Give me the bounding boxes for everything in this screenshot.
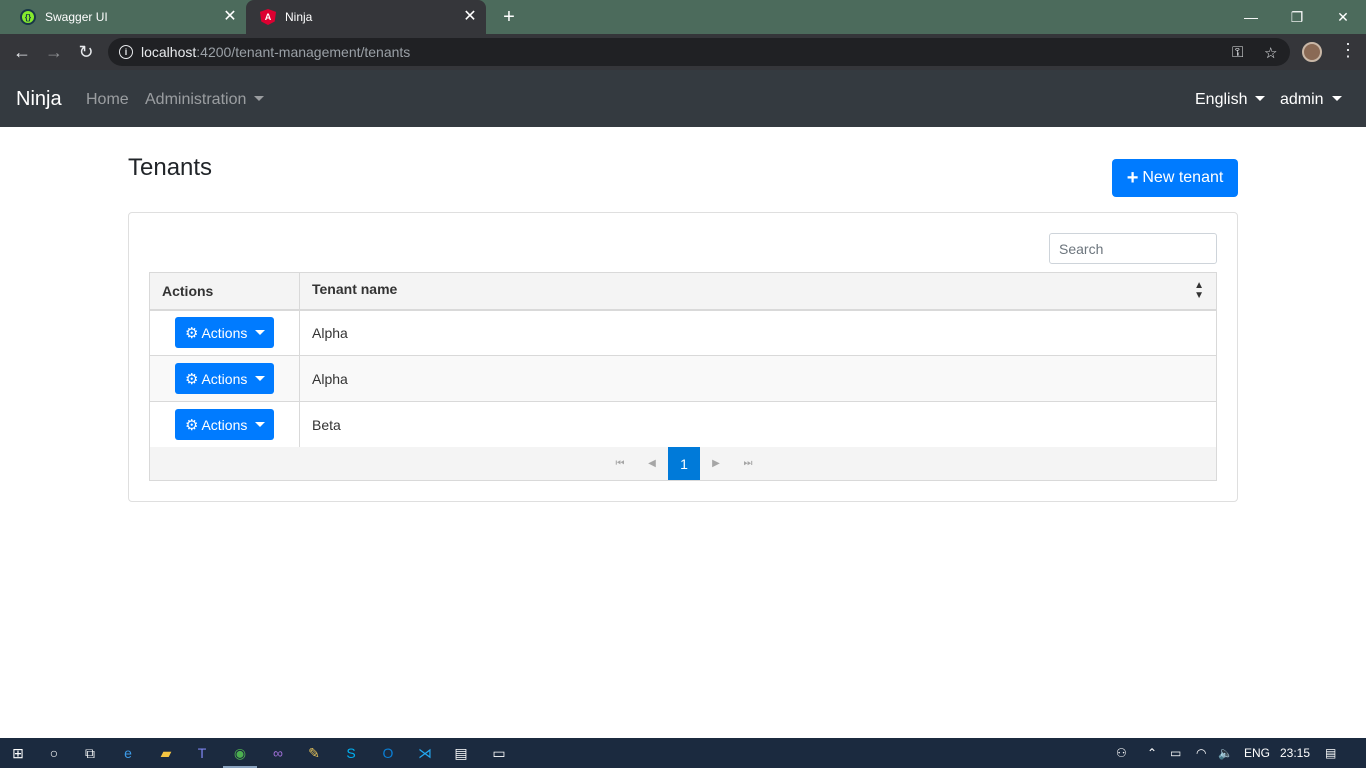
close-tab-icon[interactable]: ✕	[462, 9, 478, 25]
language-dropdown[interactable]: English	[1195, 91, 1266, 109]
sort-icon[interactable]: ▲ ▼	[1194, 280, 1204, 301]
brand-logo[interactable]: Ninja	[16, 88, 62, 111]
tab-title: Swagger UI	[45, 10, 108, 24]
notification-icon[interactable]: ▤	[1325, 746, 1336, 760]
chevron-up-icon[interactable]: ⌃	[1147, 746, 1157, 760]
angular-icon: A	[260, 9, 276, 25]
chrome-icon[interactable]: ◉	[230, 743, 250, 763]
url-text: localhost:4200/tenant-management/tenants	[141, 44, 411, 60]
edge-icon[interactable]: e	[118, 743, 138, 763]
tenant-name-cell: Alpha	[299, 309, 1217, 356]
wifi-icon[interactable]: ◠	[1196, 746, 1206, 760]
app-icon[interactable]: ✎	[304, 743, 324, 763]
tab-ninja[interactable]: A Ninja ✕	[246, 0, 486, 34]
browser-toolbar: ← → ↻ i localhost:4200/tenant-management…	[0, 34, 1366, 70]
chevron-down-icon	[1331, 96, 1342, 101]
close-window-button[interactable]: ✕	[1320, 0, 1366, 34]
plus-icon: +	[1126, 167, 1139, 189]
clock[interactable]: 23:15	[1280, 746, 1310, 760]
header-actions: Actions	[149, 272, 300, 311]
profile-avatar[interactable]	[1302, 42, 1322, 62]
swagger-icon: {}	[20, 9, 36, 25]
address-bar[interactable]: i localhost:4200/tenant-management/tenan…	[108, 38, 1290, 66]
tenant-name-cell: Alpha	[299, 355, 1217, 402]
star-icon[interactable]: ☆	[1264, 44, 1277, 62]
app-navbar: Ninja Home Administration English admin	[0, 70, 1366, 127]
close-tab-icon[interactable]: ✕	[222, 9, 238, 25]
outlook-icon[interactable]: O	[378, 743, 398, 763]
people-icon[interactable]: ⚇	[1116, 746, 1127, 760]
visual-studio-icon[interactable]: ∞	[268, 743, 288, 763]
new-tenant-button[interactable]: + New tenant	[1112, 159, 1238, 197]
menu-icon[interactable]: ⋮	[1338, 40, 1358, 61]
language-indicator[interactable]: ENG	[1244, 746, 1270, 760]
vscode-icon[interactable]: ⋊	[415, 743, 435, 763]
tab-title: Ninja	[285, 10, 313, 24]
nav-home[interactable]: Home	[86, 91, 129, 109]
teams-icon[interactable]: T	[192, 743, 212, 763]
page-title: Tenants	[128, 154, 213, 181]
task-view-icon[interactable]: ⧉	[80, 743, 100, 763]
volume-icon[interactable]: 🔈	[1218, 746, 1233, 760]
chevron-down-icon	[255, 422, 266, 427]
nav-administration[interactable]: Administration	[145, 91, 265, 109]
terminal-icon[interactable]: ▭	[489, 743, 509, 763]
reload-icon[interactable]: ↻	[74, 40, 98, 64]
new-tab-button[interactable]: +	[498, 6, 520, 28]
chevron-down-icon	[254, 96, 265, 101]
info-icon[interactable]: i	[119, 45, 133, 59]
gear-icon: ⚙	[185, 370, 199, 388]
paginator: ⏮ ◀ 1 ▶ ⏭	[149, 447, 1217, 481]
windows-taskbar: ⊞ ○ ⧉ e ▰ T ◉ ∞ ✎ S O ⋊ ▤ ▭ ⚇ ⌃ ▭ ◠ 🔈 EN…	[0, 738, 1366, 768]
windows-start-icon[interactable]: ⊞	[8, 743, 28, 763]
search-input[interactable]	[1049, 233, 1217, 264]
prev-page-icon[interactable]: ◀	[636, 447, 668, 480]
table-row: ⚙ Actions Beta	[149, 401, 1217, 448]
chevron-down-icon	[255, 376, 266, 381]
next-page-icon[interactable]: ▶	[700, 447, 732, 480]
tenants-card: Actions Tenant name▲▼ ⚙Actions Alpha ⚙Ac…	[128, 212, 1238, 502]
actions-dropdown-button[interactable]: ⚙ Actions	[175, 363, 274, 394]
key-icon[interactable]: ⚿	[1232, 44, 1243, 61]
browser-tab-strip: {} Swagger UI ✕ A Ninja ✕ + — ❐ ✕	[0, 0, 1366, 34]
skype-icon[interactable]: S	[341, 743, 361, 763]
gear-icon: ⚙	[185, 324, 199, 342]
tenants-table: Actions Tenant name ▲ ▼ ⚙ Actions Alpha ⚙ Ac…	[149, 272, 1217, 448]
page-button[interactable]: 1	[668, 447, 700, 480]
notepad-icon[interactable]: ▤	[451, 743, 471, 763]
back-icon[interactable]: ←	[10, 40, 34, 64]
last-page-icon[interactable]: ⏭	[732, 447, 764, 480]
file-explorer-icon[interactable]: ▰	[156, 743, 176, 763]
table-row: ⚙ Actions Alpha	[149, 309, 1217, 356]
battery-icon[interactable]: ▭	[1170, 746, 1181, 760]
tenant-name-cell: Beta	[299, 401, 1217, 448]
table-header-row: Actions Tenant name ▲ ▼	[149, 272, 1217, 311]
restore-button[interactable]: ❐	[1274, 0, 1320, 34]
table-row: ⚙ Actions Alpha	[149, 355, 1217, 402]
new-tenant-label: New tenant	[1142, 169, 1224, 186]
chevron-down-icon	[255, 330, 266, 336]
first-page-icon[interactable]: ⏮	[604, 447, 636, 480]
actions-dropdown-button[interactable]: ⚙ Actions	[175, 409, 274, 440]
user-dropdown[interactable]: admin	[1280, 91, 1342, 109]
minimize-button[interactable]: —	[1228, 0, 1274, 34]
cortana-icon[interactable]: ○	[44, 743, 64, 763]
tab-swagger[interactable]: {} Swagger UI ✕	[0, 0, 246, 34]
forward-icon[interactable]: →	[42, 40, 66, 64]
gear-icon: ⚙	[185, 416, 199, 434]
header-tenant-name[interactable]: Tenant name ▲ ▼	[299, 272, 1217, 311]
chevron-down-icon	[1255, 96, 1266, 101]
actions-dropdown-button[interactable]: ⚙ Actions	[175, 317, 274, 349]
